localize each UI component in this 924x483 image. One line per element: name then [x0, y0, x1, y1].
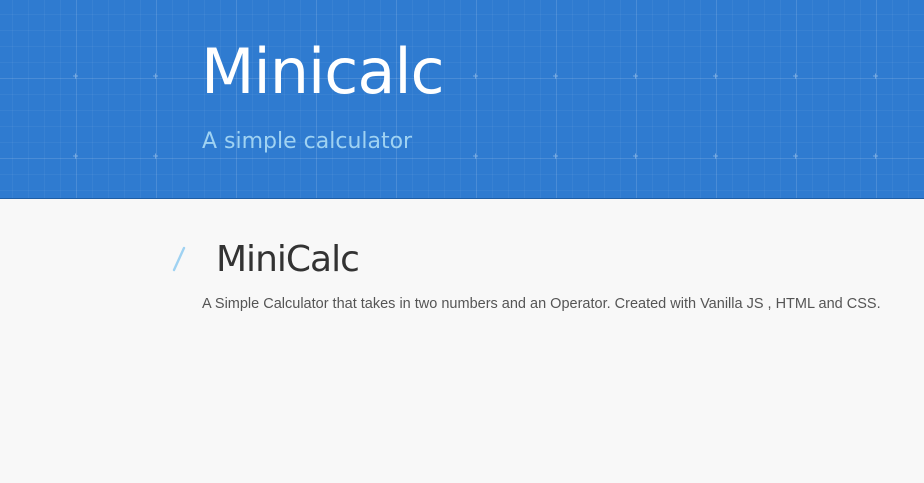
project-title: MiniCalc — [216, 239, 360, 280]
site-subtitle: A simple calculator — [202, 129, 413, 154]
grid-crosses-decoration — [73, 73, 878, 159]
main-content: MiniCalc A Simple Calculator that takes … — [0, 199, 924, 483]
project-description: A Simple Calculator that takes in two nu… — [202, 296, 881, 312]
site-title: Minicalc — [201, 35, 445, 108]
site-header: Minicalc A simple calculator — [0, 0, 924, 199]
slash-icon — [172, 246, 186, 272]
